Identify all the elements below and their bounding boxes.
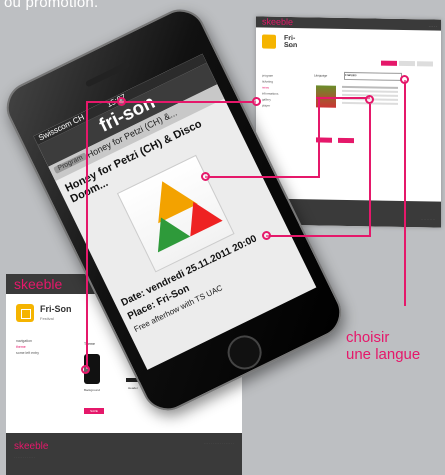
language-label: Language bbox=[314, 73, 328, 78]
callout-line-1: choisir bbox=[346, 329, 390, 346]
connector-line bbox=[205, 176, 320, 178]
callout-ring bbox=[117, 97, 126, 106]
connector-line bbox=[369, 104, 371, 237]
callout-ring bbox=[262, 231, 271, 240]
connector-line bbox=[266, 235, 370, 237]
connector-line bbox=[86, 101, 88, 369]
save-button[interactable]: SAVE bbox=[84, 408, 104, 414]
footer: skeeble · · · · · · · · · · · · · · · · … bbox=[6, 433, 242, 475]
nav-item[interactable]: player bbox=[262, 102, 278, 108]
app-logo-icon bbox=[16, 304, 34, 322]
save-label: SAVE bbox=[90, 409, 98, 413]
cancel-button[interactable] bbox=[338, 137, 354, 144]
app-identity: Fri-Son Festival bbox=[262, 34, 297, 53]
tab[interactable] bbox=[417, 61, 433, 67]
connector-line bbox=[122, 101, 256, 103]
callout-label: choisir une langue bbox=[346, 329, 420, 363]
footer-text: · · · · · · · · · · bbox=[421, 218, 435, 222]
connector-line bbox=[316, 97, 370, 99]
skeeble-header: skeeble · · · · · bbox=[256, 16, 441, 31]
side-nav: program ticketing news informations gall… bbox=[262, 72, 278, 108]
app-title: Fri-Son bbox=[40, 304, 72, 314]
language-select[interactable]: Français bbox=[344, 71, 402, 81]
nav-item[interactable]: some left entry bbox=[16, 350, 39, 356]
skeeble-logo: skeeble bbox=[262, 16, 294, 28]
tab-active[interactable] bbox=[381, 60, 397, 66]
header-links: · · · · · bbox=[428, 24, 437, 29]
background-caption: Background bbox=[84, 388, 101, 392]
app-subtitle: Festival bbox=[284, 43, 295, 49]
app-logo-icon bbox=[262, 34, 276, 49]
footer-logo: skeeble bbox=[14, 441, 49, 452]
tab[interactable] bbox=[399, 60, 415, 67]
callout-ring bbox=[201, 172, 210, 181]
callout-ring bbox=[252, 97, 261, 106]
callout-ring bbox=[400, 75, 409, 84]
side-nav: navigation theme some left entry bbox=[16, 338, 39, 356]
app-subtitle: Festival bbox=[40, 316, 54, 321]
intro-text: ou promotion. bbox=[4, 0, 99, 11]
skeeble-logo: skeeble bbox=[14, 276, 63, 292]
callout-line-2: une langue bbox=[346, 346, 421, 363]
callout-ring bbox=[365, 95, 374, 104]
footer-links: · · · · · · · · · · · · · · · · · bbox=[203, 441, 234, 445]
header-caption: Header bbox=[128, 386, 138, 390]
footer-text: · · · · · · · · · · · · bbox=[14, 455, 36, 459]
connector-line bbox=[318, 97, 320, 178]
connector-line bbox=[404, 80, 406, 306]
callout-ring bbox=[81, 365, 90, 374]
tabs bbox=[381, 60, 433, 67]
